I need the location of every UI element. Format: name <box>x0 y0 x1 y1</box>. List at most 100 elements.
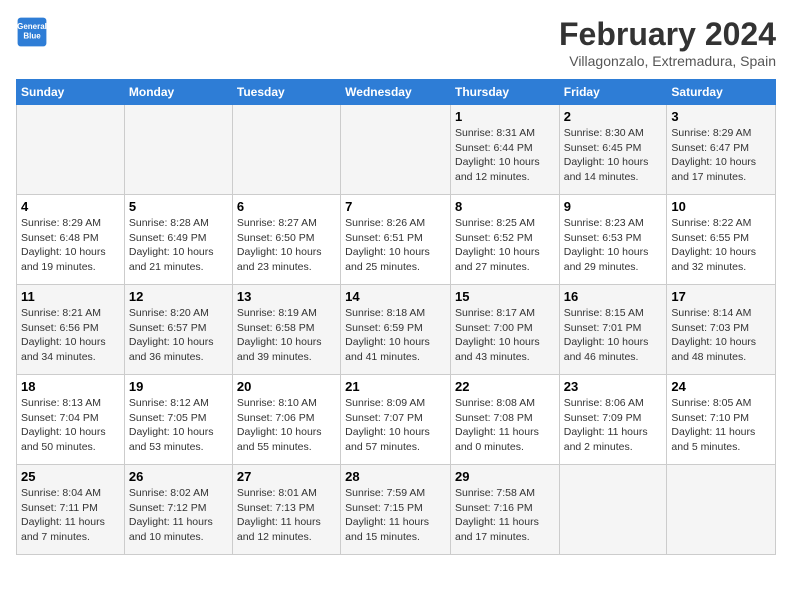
weekday-header-cell: Monday <box>124 80 232 105</box>
weekday-header-cell: Friday <box>559 80 667 105</box>
day-number: 28 <box>345 469 446 484</box>
day-number: 1 <box>455 109 555 124</box>
day-info: Sunrise: 8:21 AMSunset: 6:56 PMDaylight:… <box>21 306 120 365</box>
calendar-day-cell <box>17 105 125 195</box>
day-info: Sunrise: 8:30 AMSunset: 6:45 PMDaylight:… <box>564 126 663 185</box>
calendar-day-cell: 10 Sunrise: 8:22 AMSunset: 6:55 PMDayligh… <box>667 195 776 285</box>
calendar-day-cell: 25Sunrise: 8:04 AMSunset: 7:11 PMDayligh… <box>17 465 125 555</box>
calendar-day-cell: 13 Sunrise: 8:19 AMSunset: 6:58 PMDayligh… <box>232 285 340 375</box>
day-number: 21 <box>345 379 446 394</box>
day-info: Sunrise: 8:06 AMSunset: 7:09 PMDaylight:… <box>564 396 663 455</box>
day-number: 9 <box>564 199 663 214</box>
logo: General Blue <box>16 16 48 48</box>
day-number: 6 <box>237 199 336 214</box>
calendar-day-cell: 18 Sunrise: 8:13 AMSunset: 7:04 PMDayligh… <box>17 375 125 465</box>
calendar-day-cell: 6 Sunrise: 8:27 AMSunset: 6:50 PMDaylight… <box>232 195 340 285</box>
calendar-week-row: 25Sunrise: 8:04 AMSunset: 7:11 PMDayligh… <box>17 465 776 555</box>
calendar-day-cell: 5 Sunrise: 8:28 AMSunset: 6:49 PMDaylight… <box>124 195 232 285</box>
svg-text:Blue: Blue <box>23 31 41 40</box>
weekday-header-cell: Tuesday <box>232 80 340 105</box>
calendar-day-cell: 3Sunrise: 8:29 AMSunset: 6:47 PMDaylight… <box>667 105 776 195</box>
calendar-day-cell <box>124 105 232 195</box>
weekday-header-cell: Wednesday <box>341 80 451 105</box>
calendar-day-cell: 23 Sunrise: 8:06 AMSunset: 7:09 PMDayligh… <box>559 375 667 465</box>
day-info: Sunrise: 8:27 AMSunset: 6:50 PMDaylight:… <box>237 216 336 275</box>
calendar-day-cell: 1Sunrise: 8:31 AMSunset: 6:44 PMDaylight… <box>450 105 559 195</box>
calendar-day-cell: 15 Sunrise: 8:17 AMSunset: 7:00 PMDayligh… <box>450 285 559 375</box>
day-info: Sunrise: 8:10 AMSunset: 7:06 PMDaylight:… <box>237 396 336 455</box>
calendar-day-cell: 19 Sunrise: 8:12 AMSunset: 7:05 PMDayligh… <box>124 375 232 465</box>
calendar-day-cell <box>559 465 667 555</box>
calendar-day-cell: 14 Sunrise: 8:18 AMSunset: 6:59 PMDayligh… <box>341 285 451 375</box>
calendar-day-cell: 12Sunrise: 8:20 AMSunset: 6:57 PMDayligh… <box>124 285 232 375</box>
header: General Blue February 2024 Villagonzalo,… <box>16 16 776 69</box>
day-number: 13 <box>237 289 336 304</box>
title-area: February 2024 Villagonzalo, Extremadura,… <box>559 16 776 69</box>
calendar-day-cell: 17 Sunrise: 8:14 AMSunset: 7:03 PMDayligh… <box>667 285 776 375</box>
day-info: Sunrise: 7:58 AMSunset: 7:16 PMDaylight:… <box>455 486 555 545</box>
day-info: Sunrise: 8:08 AMSunset: 7:08 PMDaylight:… <box>455 396 555 455</box>
calendar-week-row: 1Sunrise: 8:31 AMSunset: 6:44 PMDaylight… <box>17 105 776 195</box>
calendar-body: 1Sunrise: 8:31 AMSunset: 6:44 PMDaylight… <box>17 105 776 555</box>
calendar-table: SundayMondayTuesdayWednesdayThursdayFrid… <box>16 79 776 555</box>
calendar-day-cell: 29 Sunrise: 7:58 AMSunset: 7:16 PMDayligh… <box>450 465 559 555</box>
calendar-day-cell: 26Sunrise: 8:02 AMSunset: 7:12 PMDayligh… <box>124 465 232 555</box>
calendar-day-cell: 28 Sunrise: 7:59 AMSunset: 7:15 PMDayligh… <box>341 465 451 555</box>
logo-icon: General Blue <box>16 16 48 48</box>
day-number: 11 <box>21 289 120 304</box>
day-info: Sunrise: 8:12 AMSunset: 7:05 PMDaylight:… <box>129 396 228 455</box>
calendar-day-cell: 21 Sunrise: 8:09 AMSunset: 7:07 PMDayligh… <box>341 375 451 465</box>
day-number: 18 <box>21 379 120 394</box>
calendar-day-cell <box>232 105 340 195</box>
calendar-day-cell: 9Sunrise: 8:23 AMSunset: 6:53 PMDaylight… <box>559 195 667 285</box>
day-info: Sunrise: 8:28 AMSunset: 6:49 PMDaylight:… <box>129 216 228 275</box>
month-year: February 2024 <box>559 16 776 53</box>
calendar-week-row: 11 Sunrise: 8:21 AMSunset: 6:56 PMDayligh… <box>17 285 776 375</box>
calendar-day-cell: 22 Sunrise: 8:08 AMSunset: 7:08 PMDayligh… <box>450 375 559 465</box>
day-number: 24 <box>671 379 771 394</box>
day-info: Sunrise: 8:26 AMSunset: 6:51 PMDaylight:… <box>345 216 446 275</box>
calendar-day-cell: 16 Sunrise: 8:15 AMSunset: 7:01 PMDayligh… <box>559 285 667 375</box>
day-info: Sunrise: 8:01 AMSunset: 7:13 PMDaylight:… <box>237 486 336 545</box>
day-number: 26 <box>129 469 228 484</box>
calendar-day-cell: 20 Sunrise: 8:10 AMSunset: 7:06 PMDayligh… <box>232 375 340 465</box>
day-info: Sunrise: 8:29 AMSunset: 6:47 PMDaylight:… <box>671 126 771 185</box>
calendar-day-cell <box>341 105 451 195</box>
day-number: 10 <box>671 199 771 214</box>
weekday-header-cell: Thursday <box>450 80 559 105</box>
calendar-day-cell: 8Sunrise: 8:25 AMSunset: 6:52 PMDaylight… <box>450 195 559 285</box>
day-number: 5 <box>129 199 228 214</box>
day-number: 7 <box>345 199 446 214</box>
day-info: Sunrise: 7:59 AMSunset: 7:15 PMDaylight:… <box>345 486 446 545</box>
day-info: Sunrise: 8:20 AMSunset: 6:57 PMDaylight:… <box>129 306 228 365</box>
day-number: 20 <box>237 379 336 394</box>
day-number: 16 <box>564 289 663 304</box>
day-info: Sunrise: 8:15 AMSunset: 7:01 PMDaylight:… <box>564 306 663 365</box>
day-info: Sunrise: 8:14 AMSunset: 7:03 PMDaylight:… <box>671 306 771 365</box>
calendar-day-cell: 4Sunrise: 8:29 AMSunset: 6:48 PMDaylight… <box>17 195 125 285</box>
day-info: Sunrise: 8:22 AMSunset: 6:55 PMDaylight:… <box>671 216 771 275</box>
day-info: Sunrise: 8:25 AMSunset: 6:52 PMDaylight:… <box>455 216 555 275</box>
day-info: Sunrise: 8:09 AMSunset: 7:07 PMDaylight:… <box>345 396 446 455</box>
calendar-day-cell: 2Sunrise: 8:30 AMSunset: 6:45 PMDaylight… <box>559 105 667 195</box>
day-number: 14 <box>345 289 446 304</box>
day-info: Sunrise: 8:18 AMSunset: 6:59 PMDaylight:… <box>345 306 446 365</box>
day-number: 4 <box>21 199 120 214</box>
day-info: Sunrise: 8:04 AMSunset: 7:11 PMDaylight:… <box>21 486 120 545</box>
day-number: 17 <box>671 289 771 304</box>
weekday-header-cell: Saturday <box>667 80 776 105</box>
calendar-week-row: 4Sunrise: 8:29 AMSunset: 6:48 PMDaylight… <box>17 195 776 285</box>
day-info: Sunrise: 8:17 AMSunset: 7:00 PMDaylight:… <box>455 306 555 365</box>
calendar-day-cell <box>667 465 776 555</box>
location: Villagonzalo, Extremadura, Spain <box>559 53 776 69</box>
day-number: 27 <box>237 469 336 484</box>
day-info: Sunrise: 8:05 AMSunset: 7:10 PMDaylight:… <box>671 396 771 455</box>
day-info: Sunrise: 8:13 AMSunset: 7:04 PMDaylight:… <box>21 396 120 455</box>
day-number: 23 <box>564 379 663 394</box>
day-number: 15 <box>455 289 555 304</box>
day-info: Sunrise: 8:19 AMSunset: 6:58 PMDaylight:… <box>237 306 336 365</box>
calendar-day-cell: 24 Sunrise: 8:05 AMSunset: 7:10 PMDayligh… <box>667 375 776 465</box>
day-number: 22 <box>455 379 555 394</box>
day-number: 19 <box>129 379 228 394</box>
day-number: 29 <box>455 469 555 484</box>
